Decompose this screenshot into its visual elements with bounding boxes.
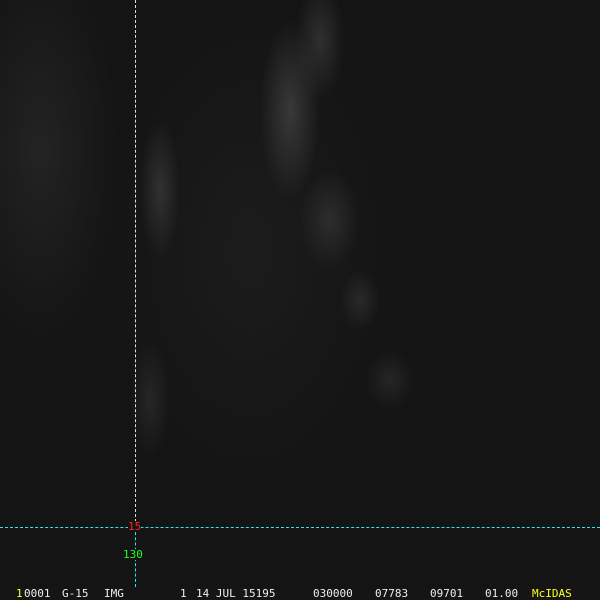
satellite-viewer: 15 130 1 0001 G-15 IMG 1 14 JUL 15195 03…: [0, 0, 600, 600]
image-type: IMG: [104, 587, 124, 600]
resolution: 01.00: [485, 587, 519, 600]
status-bar: 1 0001 G-15 IMG 1 14 JUL 15195 030000 07…: [0, 587, 600, 600]
satellite: G-15: [62, 587, 89, 600]
longitude-gridline: [135, 0, 136, 527]
latitude-label: 15: [128, 520, 142, 533]
frame-number: 1: [16, 587, 23, 600]
element-coord: 09701: [430, 587, 464, 600]
longitude-label: 130: [123, 548, 143, 561]
date: 14 JUL 15195: [196, 587, 276, 600]
line-coord: 07783: [375, 587, 409, 600]
mcidas-brand: McIDAS: [532, 587, 572, 600]
band: 1: [180, 587, 187, 600]
satellite-image: [0, 0, 600, 588]
time: 030000: [313, 587, 353, 600]
latitude-gridline: [0, 527, 600, 528]
image-id: 0001: [24, 587, 51, 600]
